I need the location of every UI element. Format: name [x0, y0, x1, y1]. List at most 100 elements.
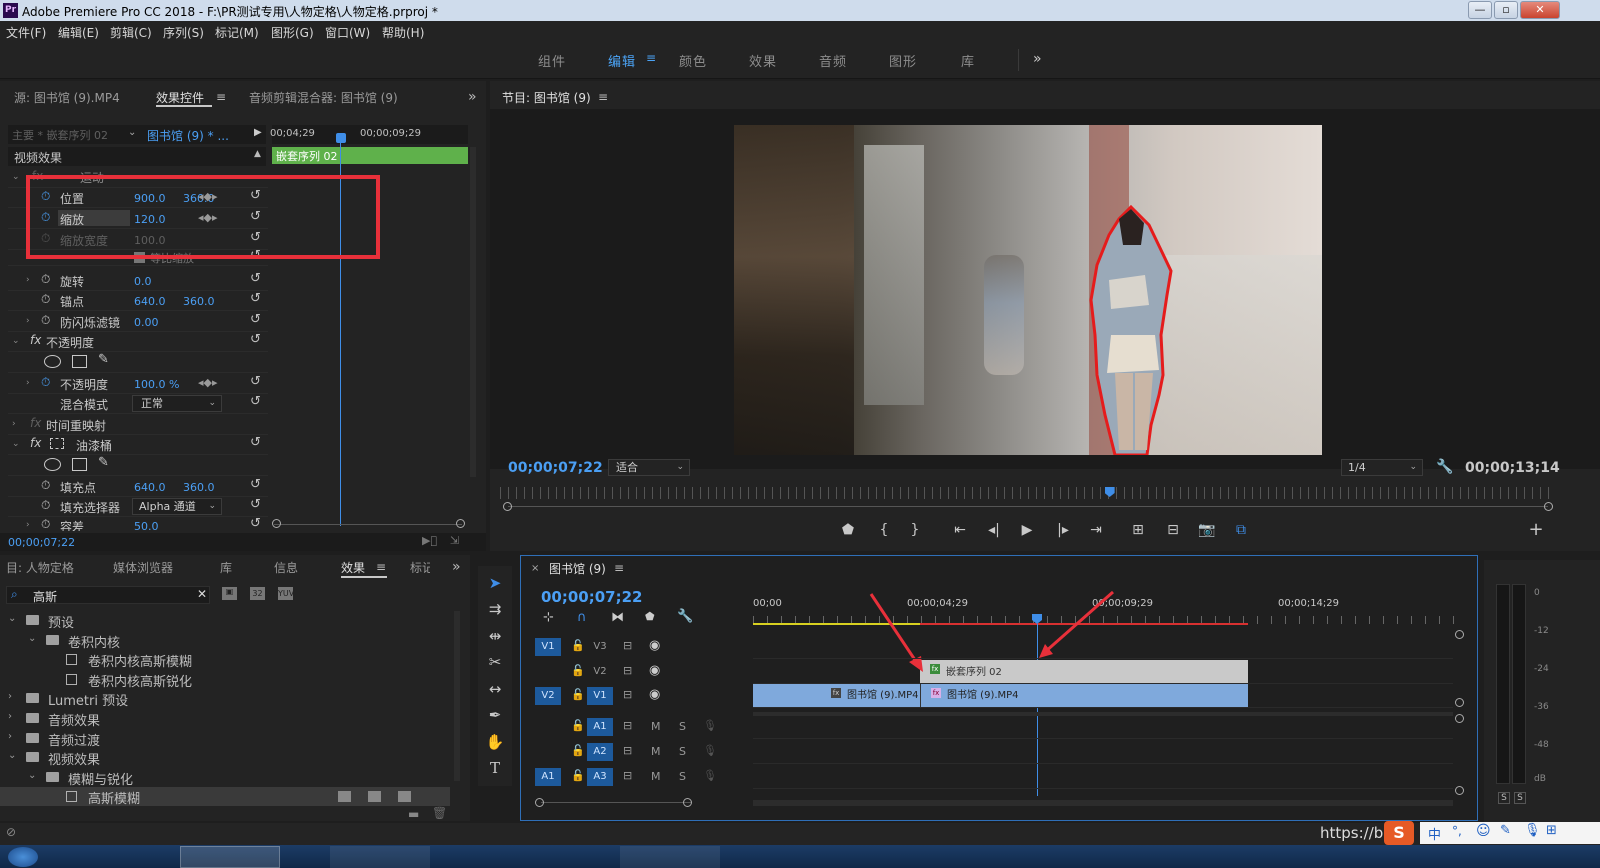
panel-overflow-icon[interactable]: »	[452, 559, 461, 575]
effects-tree-item[interactable]: 卷积内核高斯锐化	[0, 670, 450, 690]
video-v-scroll-handle[interactable]	[1455, 630, 1464, 639]
audio-v-scroll-handle[interactable]	[1455, 786, 1464, 795]
timeline-h-scroll-start[interactable]	[535, 798, 544, 807]
tab-project[interactable]: 目: 人物定格	[6, 559, 74, 576]
video-v-scroll-handle[interactable]	[1455, 698, 1464, 707]
step-back-icon[interactable]: ◂|	[984, 522, 1004, 538]
stopwatch-icon[interactable]: ⏱	[41, 313, 50, 328]
effects-tree-item[interactable]: ⌄ 卷积内核	[0, 631, 450, 651]
mute-button[interactable]: M	[651, 720, 661, 733]
accelerated-effects-filter-icon[interactable]: ▣	[222, 587, 237, 600]
track-lock-icon[interactable]: 🔓	[571, 639, 585, 652]
sogou-ime-icon[interactable]: S	[1384, 821, 1414, 845]
rotation-value[interactable]: 0.0	[134, 275, 152, 288]
sync-lock-icon[interactable]: ⊟	[623, 719, 632, 732]
track-select-tool-icon[interactable]: ⇉	[484, 598, 506, 620]
yuv-filter-icon[interactable]: YUV	[278, 587, 294, 600]
keyframe-nav-icon[interactable]: ◂◆▸	[198, 376, 218, 389]
workspace-audio[interactable]: 音频	[819, 51, 847, 70]
ec-vertical-scrollbar[interactable]	[470, 147, 476, 477]
reset-icon[interactable]: ↺	[250, 477, 261, 492]
minimize-button[interactable]: —	[1468, 1, 1492, 19]
active-clip-label[interactable]: 图书馆 (9) * ...	[147, 127, 229, 144]
pen-mask-icon[interactable]: ✎	[98, 352, 109, 367]
workspace-effects[interactable]: 效果	[749, 51, 777, 70]
menu-graphics[interactable]: 图形(G)	[271, 24, 314, 41]
chevron-down-icon[interactable]: ⌄	[8, 750, 16, 761]
anchor-y-value[interactable]: 360.0	[183, 295, 215, 308]
comparison-view-icon[interactable]: ⧉	[1231, 522, 1251, 538]
track-lock-icon[interactable]: 🔓	[571, 744, 585, 757]
chevron-down-icon[interactable]: ⌄	[28, 770, 36, 781]
workspace-assembly[interactable]: 组件	[538, 51, 566, 70]
fit-dropdown[interactable]: 适合 ⌄	[608, 459, 690, 476]
delete-icon[interactable]: 🗑	[432, 806, 447, 820]
source-patch-button[interactable]: V1	[535, 638, 561, 656]
timeline-h-scroll-end[interactable]	[683, 798, 692, 807]
export-frame-icon[interactable]: 📷	[1197, 522, 1217, 538]
wrench-icon[interactable]: 🔧	[1436, 459, 1453, 475]
menu-edit[interactable]: 编辑(E)	[58, 24, 99, 41]
reset-icon[interactable]: ↺	[250, 435, 261, 450]
ellipse-mask-icon[interactable]	[44, 458, 61, 471]
voiceover-mic-icon[interactable]: 🎙	[703, 744, 717, 757]
tab-effects[interactable]: 效果	[341, 559, 365, 576]
stopwatch-icon[interactable]: ⏱	[41, 292, 50, 307]
effects-tree-item[interactable]: 卷积内核高斯模糊	[0, 650, 450, 670]
expand-chevron-icon[interactable]: ›	[26, 316, 30, 326]
av-divider[interactable]	[753, 712, 1453, 716]
chevron-down-icon[interactable]: ⌄	[28, 633, 36, 644]
solo-button[interactable]: S	[679, 720, 686, 733]
track-visibility-eye-icon[interactable]: ◉	[649, 638, 660, 653]
collapse-up-icon[interactable]: ▲	[254, 149, 261, 159]
solo-right-button[interactable]: S	[1514, 792, 1526, 804]
add-button-icon[interactable]: +	[1526, 519, 1546, 540]
effects-tree-item[interactable]: 高斯模糊	[0, 787, 450, 807]
32bit-filter-icon[interactable]: 32	[250, 587, 265, 600]
sync-lock-icon[interactable]: ⊟	[623, 639, 632, 652]
panel-menu-icon[interactable]: ≡	[216, 90, 226, 104]
ellipse-mask-icon[interactable]	[44, 355, 61, 368]
track-target-button[interactable]: A2	[587, 743, 613, 761]
add-marker-icon[interactable]: ⬟	[645, 610, 655, 623]
track-target-button[interactable]: V1	[587, 687, 613, 705]
chevron-right-icon[interactable]: ›	[8, 691, 12, 702]
reset-icon[interactable]: ↺	[250, 271, 261, 286]
menu-file[interactable]: 文件(F)	[6, 24, 46, 41]
timeline-clip-scrollbar[interactable]	[753, 800, 1453, 806]
ime-chinese-icon[interactable]: 中	[1428, 824, 1441, 843]
nest-toggle-icon[interactable]: ⊹	[543, 610, 554, 625]
expand-chevron-icon[interactable]: ›	[26, 275, 30, 285]
effects-tree-item[interactable]: ⌄ 视频效果	[0, 748, 450, 768]
panel-overflow-icon[interactable]: »	[468, 89, 477, 105]
taskbar-app-button[interactable]	[620, 846, 720, 868]
play-icon[interactable]: ▶	[1017, 522, 1037, 538]
hand-tool-icon[interactable]: ✋	[484, 731, 506, 753]
track-target-button[interactable]: V2	[587, 663, 613, 681]
fx-icon[interactable]: fx	[30, 333, 41, 347]
stopwatch-icon[interactable]: ⏱	[41, 272, 50, 287]
fill-point-x-value[interactable]: 640.0	[134, 481, 166, 494]
lift-icon[interactable]: ⊞	[1128, 522, 1148, 538]
track-visibility-eye-icon[interactable]: ◉	[649, 663, 660, 678]
maximize-button[interactable]: ▫	[1494, 1, 1518, 19]
panel-menu-icon[interactable]: ≡	[598, 90, 608, 104]
fill-point-y-value[interactable]: 360.0	[183, 481, 215, 494]
reset-icon[interactable]: ↺	[250, 291, 261, 306]
pen-tool-icon[interactable]: ✒	[484, 704, 506, 726]
source-patch-button[interactable]: A1	[535, 768, 561, 786]
timeline-settings-wrench-icon[interactable]: 🔧	[677, 609, 693, 624]
reset-icon[interactable]: ↺	[250, 394, 261, 409]
chevron-right-icon[interactable]: ›	[8, 711, 12, 722]
ripple-edit-tool-icon[interactable]: ⇹	[484, 625, 506, 647]
panel-menu-icon[interactable]: ≡	[376, 560, 386, 574]
track-lock-icon[interactable]: 🔓	[571, 719, 585, 732]
panel-menu-icon[interactable]: ≡	[614, 561, 624, 575]
play-triangle-icon[interactable]: ▶	[254, 127, 262, 138]
workspace-editing[interactable]: 编辑	[608, 51, 636, 70]
tolerance-value[interactable]: 50.0	[134, 520, 159, 531]
track-lock-icon[interactable]: 🔓	[571, 664, 585, 677]
solo-button[interactable]: S	[679, 745, 686, 758]
close-window-button[interactable]: ✕	[1520, 1, 1560, 19]
tab-markers[interactable]: 标记	[410, 559, 430, 576]
